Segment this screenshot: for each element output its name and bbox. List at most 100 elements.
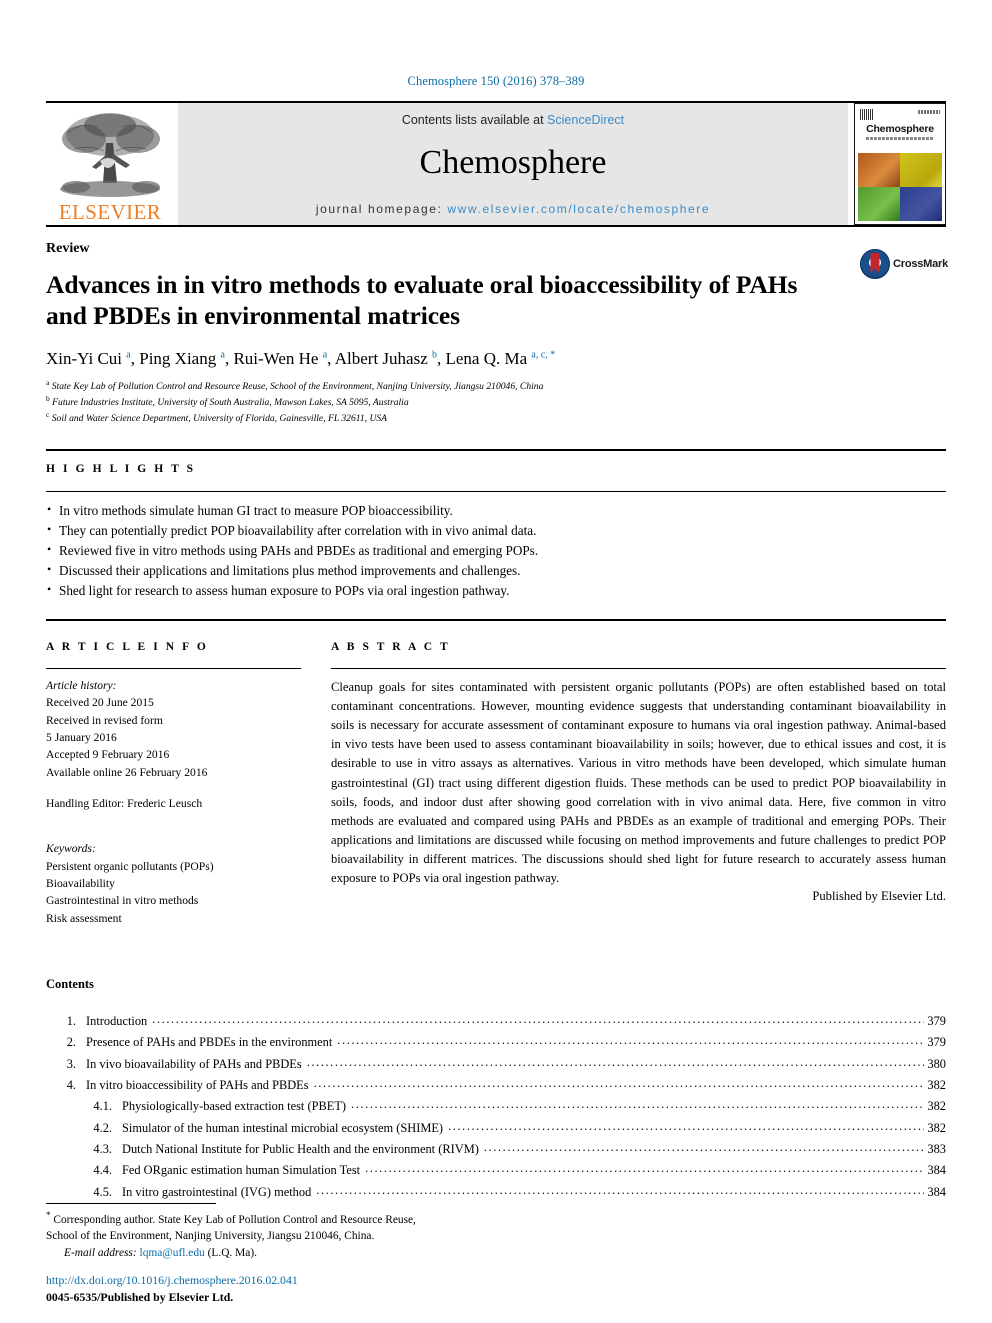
cover-quadrant-yellow xyxy=(900,153,942,187)
toc-page: 379 xyxy=(927,1035,946,1050)
journal-homepage-url[interactable]: www.elsevier.com/locate/chemosphere xyxy=(447,202,710,216)
crossmark-label: CrossMark xyxy=(893,258,949,270)
cover-top: Chemosphere xyxy=(858,107,942,153)
toc-number: 4.4. xyxy=(93,1163,112,1178)
cover-subtitle-rule xyxy=(866,137,934,140)
toc-page: 382 xyxy=(927,1099,946,1114)
elsevier-tree-icon xyxy=(54,109,166,201)
toc-number: 4.3. xyxy=(93,1142,112,1157)
history-item: Received in revised form xyxy=(46,713,163,727)
email-line: E-mail address: lqma@ufl.edu (L.Q. Ma). xyxy=(46,1247,606,1259)
info-abstract-region: A R T I C L E I N F O Article history: R… xyxy=(46,641,946,927)
abstract-publisher-line: Published by Elsevier Ltd. xyxy=(812,889,946,904)
list-item: Reviewed five in vitro methods using PAH… xyxy=(46,540,946,561)
toc-page: 382 xyxy=(927,1078,946,1093)
history-item: Available online 26 February 2016 xyxy=(46,765,208,779)
journal-homepage-line: journal homepage: www.elsevier.com/locat… xyxy=(316,202,710,216)
contents-heading: Contents xyxy=(46,977,94,992)
affiliation-item: a State Key Lab of Pollution Control and… xyxy=(46,378,946,394)
abstract-text: Cleanup goals for sites contaminated wit… xyxy=(331,679,946,886)
sciencedirect-banner: Contents lists available at ScienceDirec… xyxy=(178,103,848,225)
running-head: Chemosphere 150 (2016) 378–389 xyxy=(407,74,585,88)
doi-link[interactable]: http://dx.doi.org/10.1016/j.chemosphere.… xyxy=(46,1273,298,1288)
toc-number: 4.2. xyxy=(93,1120,112,1135)
affiliation-text: Future Industries Institute, University … xyxy=(52,397,409,409)
journal-article-first-page: Chemosphere 150 (2016) 378–389 ELSEVIER … xyxy=(0,0,992,1323)
crossmark-icon xyxy=(860,249,890,279)
keyword-item: Bioavailability xyxy=(46,876,115,890)
issn-line: 0045-6535/Published by Elsevier Ltd. xyxy=(46,1290,234,1304)
toc-label: In vitro bioaccessibility of PAHs and PB… xyxy=(86,1078,309,1093)
contents-available-label: Contents lists available at xyxy=(401,113,544,127)
history-item: Received 20 June 2015 xyxy=(46,696,154,710)
cover-journal-title: Chemosphere xyxy=(866,123,934,135)
toc-number: 2. xyxy=(66,1035,76,1050)
article-type: Review xyxy=(46,241,90,256)
toc-number: 4.5. xyxy=(93,1184,112,1199)
toc-entry[interactable]: 1. Introduction ........................… xyxy=(46,1011,946,1032)
toc-label: Simulator of the human intestinal microb… xyxy=(122,1120,444,1135)
toc-leader: ........................................… xyxy=(152,1012,925,1027)
toc-leader: ........................................… xyxy=(337,1033,925,1048)
history-item: Accepted 9 February 2016 xyxy=(46,748,170,762)
email-link[interactable]: lqma@ufl.edu xyxy=(140,1247,205,1259)
elsevier-logo: ELSEVIER xyxy=(46,103,174,225)
footnote-rule xyxy=(46,1203,216,1205)
toc-entry[interactable]: 4.5. In vitro gastrointestinal (IVG) met… xyxy=(46,1182,946,1203)
toc-entry[interactable]: 4.1. Physiologically-based extraction te… xyxy=(46,1096,946,1117)
abstract-label: A B S T R A C T xyxy=(331,640,451,653)
author-list: Xin-Yi Cui a, Ping Xiang a, Rui-Wen He a… xyxy=(46,349,556,369)
list-item: Shed light for research to assess human … xyxy=(46,580,946,601)
page-title: Advances in in vitro methods to evaluate… xyxy=(46,270,798,331)
article-history: Article history: Received 20 June 2015 R… xyxy=(46,669,301,781)
toc-number: 4.1. xyxy=(93,1099,112,1114)
table-of-contents: 1. Introduction ........................… xyxy=(46,1011,946,1203)
corresponding-author-text: * Corresponding author. State Key Lab of… xyxy=(46,1209,606,1245)
keywords-block: Keywords: Persistent organic pollutants … xyxy=(46,840,301,927)
contents-section: Contents 1. Introduction ...............… xyxy=(46,977,946,1203)
toc-label: Presence of PAHs and PBDEs in the enviro… xyxy=(86,1035,333,1050)
toc-label: In vivo bioavailability of PAHs and PBDE… xyxy=(86,1056,302,1071)
toc-entry[interactable]: 4. In vitro bioaccessibility of PAHs and… xyxy=(46,1075,946,1096)
toc-entry[interactable]: 3. In vivo bioavailability of PAHs and P… xyxy=(46,1054,946,1075)
toc-number: 1. xyxy=(66,1014,76,1029)
toc-entry[interactable]: 2. Presence of PAHs and PBDEs in the env… xyxy=(46,1032,946,1053)
affiliation-marker: b xyxy=(46,394,50,404)
keyword-item: Risk assessment xyxy=(46,911,122,925)
toc-entry[interactable]: 4.2. Simulator of the human intestinal m… xyxy=(46,1118,946,1139)
article-header: Review Advances in in vitro methods to e… xyxy=(46,227,949,427)
journal-homepage-label: journal homepage: xyxy=(315,202,443,216)
article-info-label: A R T I C L E I N F O xyxy=(46,640,209,653)
barcode-icon xyxy=(860,109,873,120)
toc-entry[interactable]: 4.3. Dutch National Institute for Public… xyxy=(46,1139,946,1160)
affiliation-list: a State Key Lab of Pollution Control and… xyxy=(46,378,946,426)
email-label: E-mail address: xyxy=(64,1247,137,1259)
contents-available-line: Contents lists available at ScienceDirec… xyxy=(402,113,624,127)
affiliation-text: State Key Lab of Pollution Control and R… xyxy=(51,381,544,393)
toc-entry[interactable]: 4.4. Fed ORganic estimation human Simula… xyxy=(46,1160,946,1181)
affiliation-text: Soil and Water Science Department, Unive… xyxy=(51,413,388,425)
toc-label: Physiologically-based extraction test (P… xyxy=(122,1099,347,1114)
journal-title: Chemosphere xyxy=(419,144,607,181)
corresponding-author-footnote: * Corresponding author. State Key Lab of… xyxy=(46,1203,606,1259)
keyword-item: Persistent organic pollutants (POPs) xyxy=(46,859,214,873)
toc-label: In vitro gastrointestinal (IVG) method xyxy=(122,1184,312,1199)
corresponding-line-2: School of the Environment, Nanjing Unive… xyxy=(46,1230,375,1243)
highlights-list: In vitro methods simulate human GI tract… xyxy=(46,492,946,601)
cover-quadrant-blue xyxy=(900,187,942,221)
toc-page: 379 xyxy=(927,1014,946,1029)
crossmark-badge[interactable]: CrossMark xyxy=(860,249,949,279)
toc-page: 384 xyxy=(927,1163,946,1178)
toc-label: Fed ORganic estimation human Simulation … xyxy=(122,1163,361,1178)
doi-block: http://dx.doi.org/10.1016/j.chemosphere.… xyxy=(46,1273,298,1305)
email-owner: (L.Q. Ma). xyxy=(207,1247,257,1259)
list-item: They can potentially predict POP bioavai… xyxy=(46,520,946,541)
sciencedirect-link[interactable]: ScienceDirect xyxy=(547,113,624,127)
toc-leader: ........................................… xyxy=(351,1097,925,1112)
handling-editor: Handling Editor: Frederic Leusch xyxy=(46,797,203,811)
toc-leader: ........................................… xyxy=(365,1161,925,1176)
list-item: Discussed their applications and limitat… xyxy=(46,560,946,581)
keywords-label: Keywords: xyxy=(46,842,96,856)
journal-masthead: ELSEVIER Contents lists available at Sci… xyxy=(46,101,946,225)
infoabs-top-rule xyxy=(46,618,946,621)
